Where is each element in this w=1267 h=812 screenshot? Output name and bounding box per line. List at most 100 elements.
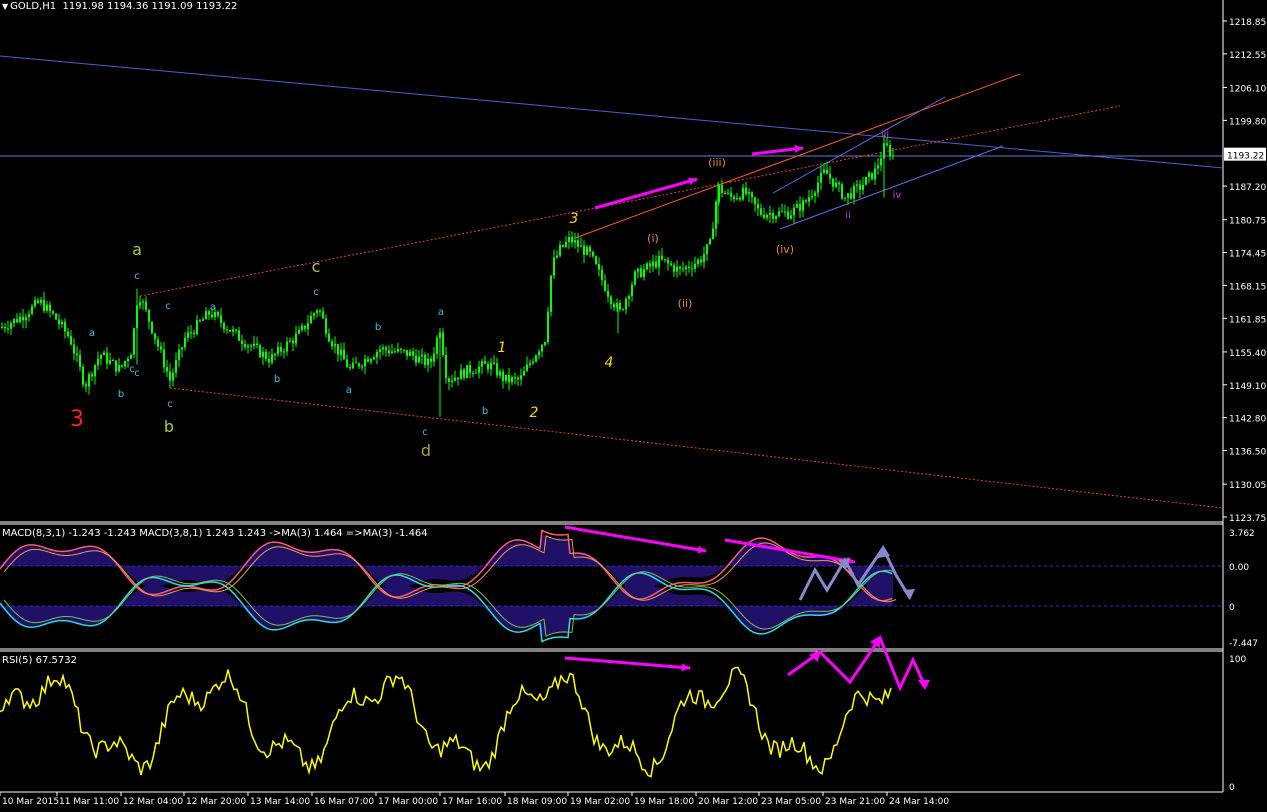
candle-body [691,268,693,270]
candle-body [346,359,348,368]
candle-body [88,374,90,387]
trend-line-blue [0,55,1224,169]
candle-body [793,207,795,216]
candle-body [277,346,279,354]
candle-body [352,362,354,369]
price-tick-label: 1161.85 [1229,315,1266,325]
candle-body [280,346,282,352]
time-tick-label: 16 Mar 07:00 [314,797,374,807]
candle-body [835,182,837,187]
candle-body [235,329,237,331]
subwave-label: a [346,385,352,396]
candle-body [820,172,822,183]
candle-body [751,192,753,198]
wave-label: (iii) [708,156,726,169]
candle-body [670,263,672,266]
candle-body [577,240,579,247]
trading-chart[interactable]: 3abcd1234(i)(ii)(iii)(iv)iiiiiivabcccaba… [0,0,1267,812]
candle-body [661,255,663,260]
wave-label: 2 [530,405,539,421]
candle-body [550,275,552,312]
candle-body [178,349,180,361]
candle-body [523,370,525,376]
candle-body [283,351,285,353]
candle-body [616,302,618,308]
candle-body [304,325,306,329]
candle-body [175,360,177,373]
candle-body [103,352,105,356]
candle-body [562,244,564,247]
candle-body [478,366,480,373]
candle-body [715,201,717,229]
candle-body [580,245,582,247]
candle-body [232,329,234,332]
macd-panel[interactable] [0,525,1223,643]
subwave-label: c [165,301,171,312]
candle-body [184,337,186,348]
candle-body [589,247,591,252]
candle-body [679,266,681,269]
candle-body [100,355,102,359]
candle-body [496,363,498,376]
candle-body [13,318,15,324]
candle-body [211,314,213,318]
candle-body [625,298,627,310]
candle-body [46,304,48,311]
time-tick-label: 13 Mar 14:00 [250,797,310,807]
candle-body [400,348,402,350]
candle-body [442,332,444,355]
subwave-label: c [422,427,428,438]
candle-body [361,366,363,368]
rsi-panel[interactable] [0,634,930,778]
subwave-label: c [313,287,319,298]
wave-label: ii [845,210,851,221]
price-tick-label: 1130.05 [1229,481,1266,491]
time-tick-label: 12 Mar 20:00 [186,797,246,807]
candle-body [163,349,165,368]
candle-body [613,303,615,308]
candle-body [289,340,291,342]
dropdown-triangle-icon[interactable]: ▼ [2,2,8,11]
candle-body [541,344,543,352]
candle-body [535,355,537,362]
candle-body [553,257,555,276]
candle-body [847,193,849,198]
price-panel[interactable]: 3abcd1234(i)(ii)(iii)(iv)iiiiiivabcccaba… [0,55,1224,509]
wave-label: b [164,417,174,436]
candle-body [526,364,528,371]
price-tick-label: 1155.40 [1229,349,1266,359]
candle-body [253,343,255,347]
candle-body [643,269,645,277]
candle-body [202,319,204,321]
price-tick-label: 1174.45 [1229,250,1266,260]
candle-body [409,351,411,356]
candle-body [82,366,84,385]
candle-body [220,315,222,323]
candle-body [391,351,393,354]
wave-label: d [421,441,431,460]
candle-body [325,318,327,334]
candle-body [658,255,660,268]
subwave-label: c [134,368,140,379]
price-tick-label: 1218.85 [1229,18,1266,28]
candle-body [856,184,858,186]
candle-body [268,359,270,363]
wave-label: a [89,328,95,339]
rsi-axis-label: 100 [1229,655,1246,665]
wave-label: 3 [570,211,579,227]
candle-body [475,372,477,374]
candle-body [364,358,366,367]
axes: 1218.85 1212.55 1206.10 1199.80 1187.20 1180.… [0,18,1266,807]
candle-body [16,318,18,323]
candle-body [610,296,612,304]
candle-body [892,155,894,157]
candle-body [217,311,219,316]
candle-body [493,362,495,364]
rsi-projection-path [787,634,927,692]
wave-label: iii [881,129,889,140]
candle-body [274,353,276,355]
candle-body [148,309,150,322]
candle-body [64,322,66,332]
candle-body [223,322,225,330]
candle-body [385,347,387,351]
